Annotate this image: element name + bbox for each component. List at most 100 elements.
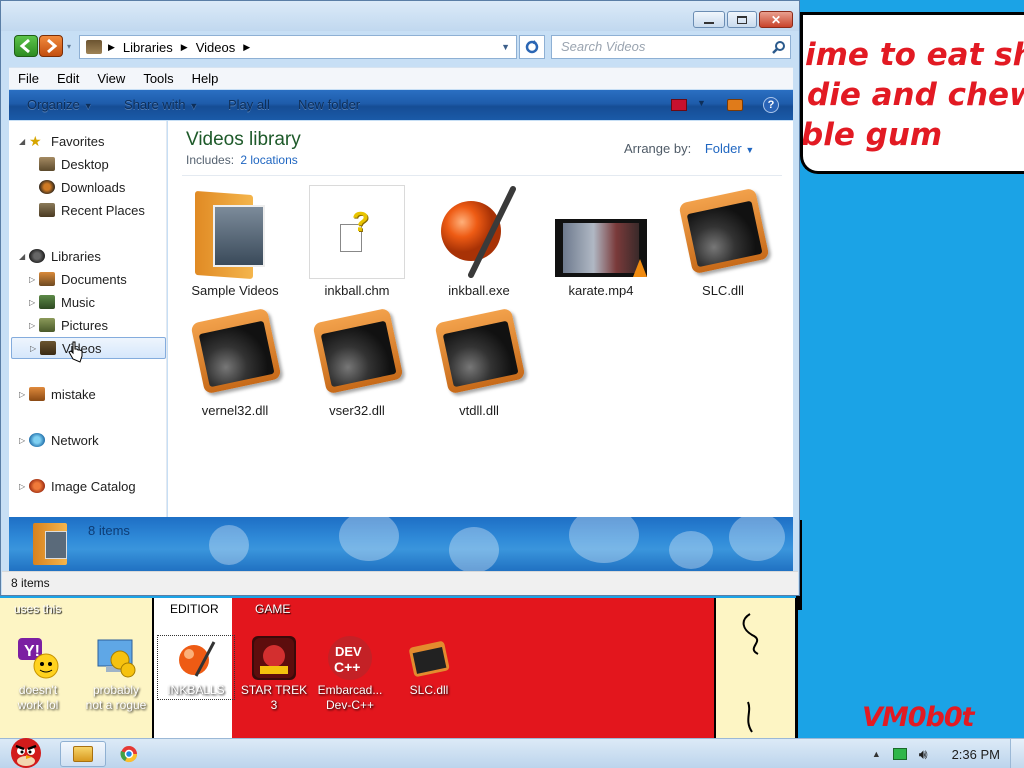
maximize-button[interactable] <box>727 11 757 28</box>
minimize-button[interactable] <box>693 11 725 28</box>
nav-favorites[interactable]: ◢ ★ Favorites <box>19 130 104 152</box>
organize-label: Organize <box>27 97 80 112</box>
file-item[interactable]: Sample Videos <box>179 185 291 298</box>
dll-icon <box>431 305 527 399</box>
nav-recent-places[interactable]: Recent Places <box>39 199 145 221</box>
nav-mistake[interactable]: ▷ mistake <box>19 383 96 405</box>
nav-libraries[interactable]: ◢ Libraries <box>19 245 101 267</box>
title-bar[interactable]: ✕ <box>1 1 799 31</box>
arrange-by-value: Folder <box>704 141 742 156</box>
minimize-icon <box>704 21 714 24</box>
includes-locations-link[interactable]: 2 locations <box>240 153 297 167</box>
change-view-icon[interactable] <box>671 99 687 111</box>
desktop-icon-inkballs[interactable]: INKBALLS <box>157 635 235 700</box>
preview-pane-icon[interactable] <box>727 99 743 111</box>
start-button[interactable] <box>4 731 48 768</box>
arrange-by: Arrange by: Folder ▼ <box>624 141 754 156</box>
nav-label: Recent Places <box>61 202 145 218</box>
chevron-down-icon: ▼ <box>83 101 93 111</box>
nav-label: Pictures <box>61 317 108 333</box>
file-item[interactable]: vernel32.dll <box>179 305 291 418</box>
help-icon[interactable]: ? <box>763 97 779 113</box>
breadcrumb-chevron-icon[interactable]: ▶ <box>108 42 115 53</box>
file-item[interactable]: ? inkball.chm <box>301 185 413 298</box>
show-desktop-button[interactable] <box>1010 739 1024 768</box>
breadcrumb-chevron-icon[interactable]: ▶ <box>243 42 250 53</box>
file-item[interactable]: vtdll.dll <box>423 305 535 418</box>
search-icon[interactable] <box>772 40 786 54</box>
svg-text:DEV: DEV <box>335 644 362 659</box>
back-arrow-icon <box>19 38 30 54</box>
video-icon <box>553 185 649 279</box>
file-item[interactable]: vser32.dll <box>301 305 413 418</box>
maximize-icon <box>737 15 747 24</box>
nav-image-catalog[interactable]: ▷ Image Catalog <box>19 475 136 497</box>
menu-edit[interactable]: Edit <box>48 71 88 86</box>
organize-button[interactable]: Organize ▼ <box>27 97 93 112</box>
nav-videos[interactable]: ▷ Videos <box>11 337 166 359</box>
volume-icon[interactable]: 🔊︎ <box>919 746 928 763</box>
file-item[interactable]: karate.mp4 <box>545 185 657 298</box>
breadcrumb-videos[interactable]: Videos <box>196 40 236 55</box>
angry-bird-start-icon <box>11 738 41 768</box>
taskbar-chrome-button[interactable] <box>106 741 152 767</box>
address-dropdown-icon[interactable]: ▼ <box>501 42 510 52</box>
desktop-icon-label: work lol <box>17 698 59 712</box>
desktop-icon-slc-dll[interactable]: SLC.dll <box>391 636 467 699</box>
forward-arrow-icon <box>47 38 58 54</box>
settings-program-icon <box>94 636 138 680</box>
breadcrumb-libraries[interactable]: Libraries <box>123 40 173 55</box>
nav-music[interactable]: ▷ Music <box>29 291 95 313</box>
wallpaper-note: ime to eat shit die and chew ble gum <box>800 12 1024 174</box>
yahoo-messenger-icon: Y! <box>16 636 60 680</box>
file-item[interactable]: inkball.exe <box>423 185 535 298</box>
desktop-icon-yahoo[interactable]: Y! doesn't work lol <box>0 636 76 714</box>
dll-icon <box>309 305 405 399</box>
menu-view[interactable]: View <box>88 71 134 86</box>
desktop-icon-dev-cpp[interactable]: DEV C++ Embarcad... Dev-C++ <box>312 636 388 714</box>
file-name: karate.mp4 <box>568 283 634 298</box>
taskbar-explorer-button[interactable] <box>60 741 106 767</box>
wallpaper-label-game: GAME <box>255 602 291 616</box>
help-file-icon: ? <box>309 185 405 279</box>
desktop-icon-label: 3 <box>270 698 278 712</box>
nav-label: Favorites <box>51 133 105 149</box>
arrange-by-dropdown[interactable]: Folder ▼ <box>705 141 754 156</box>
nav-network[interactable]: ▷ Network <box>19 429 99 451</box>
collapse-arrow-icon: ▷ <box>30 343 37 353</box>
menu-help[interactable]: Help <box>183 71 228 86</box>
play-all-button[interactable]: Play all <box>228 97 270 112</box>
address-bar[interactable]: ▶ Libraries ▶ Videos ▶ ▼ <box>79 35 517 59</box>
clock[interactable]: 2:36 PM <box>952 747 1000 762</box>
nav-documents[interactable]: ▷ Documents <box>29 268 127 290</box>
nav-desktop[interactable]: Desktop <box>39 153 109 175</box>
close-icon: ✕ <box>770 12 782 27</box>
recent-places-icon <box>39 203 55 217</box>
back-button[interactable] <box>14 35 38 57</box>
refresh-button[interactable] <box>519 35 545 59</box>
menu-file[interactable]: File <box>9 71 48 86</box>
breadcrumb-chevron-icon[interactable]: ▶ <box>181 42 188 53</box>
network-status-icon[interactable] <box>892 748 907 760</box>
nav-pictures[interactable]: ▷ Pictures <box>29 314 108 336</box>
system-tray: ▲ 🔊︎ 2:36 PM <box>860 739 1000 768</box>
includes-label: Includes: <box>186 153 235 167</box>
desktop-icon-program[interactable]: probably not a rogue <box>78 636 154 714</box>
nav-downloads[interactable]: Downloads <box>39 176 125 198</box>
nav-label: Libraries <box>51 248 101 264</box>
chevron-down-icon[interactable]: ▼ <box>697 98 706 108</box>
file-item[interactable]: SLC.dll <box>667 185 779 298</box>
menu-tools[interactable]: Tools <box>134 71 182 86</box>
content-pane: Videos library Includes: 2 locations Arr… <box>168 121 793 517</box>
network-icon <box>29 433 45 447</box>
share-with-button[interactable]: Share with ▼ <box>124 97 198 112</box>
show-hidden-icons-icon[interactable]: ▲ <box>872 749 881 759</box>
new-folder-button[interactable]: New folder <box>298 97 360 112</box>
desktop-icon-star-trek[interactable]: STAR TREK 3 <box>236 636 312 714</box>
forward-button[interactable] <box>39 35 63 57</box>
collapse-arrow-icon: ▷ <box>29 274 36 284</box>
search-input[interactable]: Search Videos <box>551 35 791 59</box>
close-button[interactable]: ✕ <box>759 11 793 28</box>
recent-pages-chevron-icon[interactable]: ▾ <box>67 42 71 51</box>
inkball-icon <box>174 636 218 680</box>
